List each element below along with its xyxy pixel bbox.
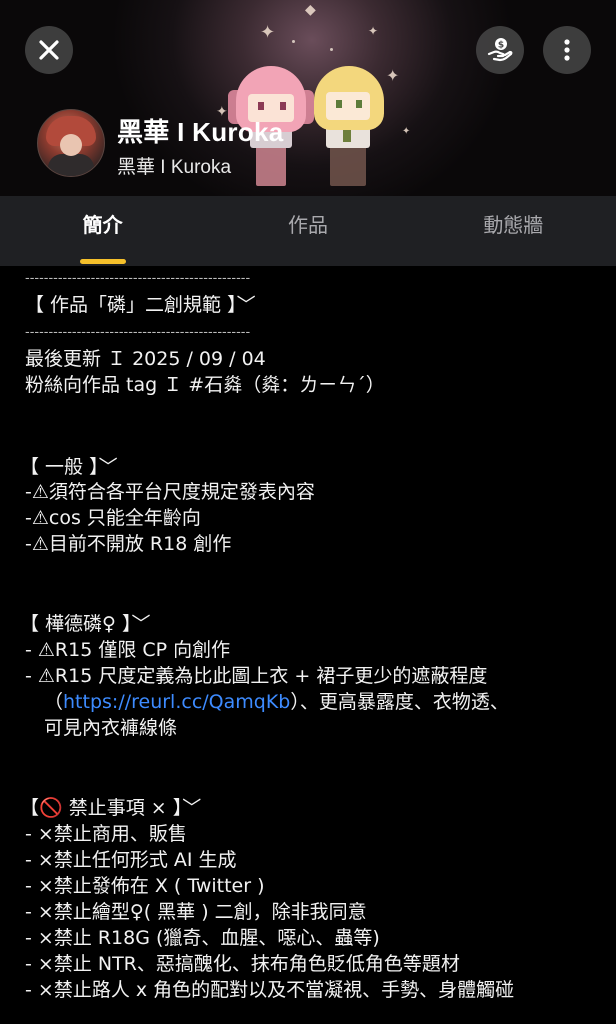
tab-feed[interactable]: 動態牆: [411, 196, 616, 266]
list-item-continued: （https://reurl.cc/QamqKb）、更高暴露度、衣物透、: [44, 691, 509, 713]
list-item: - ×禁止 R18G (獵奇、血腥、噁心、蟲等): [25, 927, 380, 949]
list-item: -⚠須符合各平台尺度規定發表內容: [25, 481, 315, 503]
intro-content: ----------------------------------------…: [0, 266, 616, 1024]
fan-tag: 粉絲向作品 tag Ｉ #石㷠（㷠：ㄌㄧㄣˊ）: [25, 374, 385, 396]
svg-text:$: $: [498, 41, 504, 51]
creator-name: 黑華 I Kuroka: [117, 117, 284, 147]
close-icon: [39, 40, 59, 60]
sparkle-icon: ◆: [305, 2, 316, 18]
tab-label: 作品: [287, 215, 328, 237]
list-item: - ⚠R15 僅限 CP 向創作: [25, 639, 231, 661]
tab-works[interactable]: 作品: [205, 196, 410, 266]
sparkle-icon: ✦: [260, 22, 276, 43]
list-item: - ×禁止繪型♀( 黑華 ) 二創，除非我同意: [25, 901, 367, 923]
ban-heading: 【🚫 禁止事項 × 】﹀: [20, 797, 202, 819]
more-vertical-icon: [564, 39, 570, 61]
sparkle-icon: ✦: [402, 126, 411, 137]
list-item: - ⚠R15 尺度定義為比此圖上衣 + 裙子更少的遮蔽程度: [25, 665, 488, 687]
list-item: - ×禁止商用、販售: [25, 823, 187, 845]
list-item: -⚠cos 只能全年齡向: [25, 507, 201, 529]
hand-coin-icon: $: [487, 38, 513, 62]
close-button[interactable]: [25, 26, 73, 74]
list-item-continued: 可見內衣褲線條: [44, 717, 178, 739]
profile-header: ◆ ✦ ✦ ✦ ✦ ✦ $ 黑華 I Kuroka 黑華 I Kuroka: [0, 0, 616, 196]
last-updated: 最後更新 Ｉ 2025 / 09 / 04: [25, 348, 266, 370]
support-button[interactable]: $: [476, 26, 524, 74]
section-title: 【 作品「磷」二創規範 】﹀: [25, 294, 256, 316]
tab-intro[interactable]: 簡介: [0, 196, 205, 266]
tab-bar: 簡介 作品 動態牆: [0, 196, 616, 266]
more-button[interactable]: [543, 26, 591, 74]
active-tab-indicator: [79, 259, 126, 264]
list-item: -⚠目前不開放 R18 創作: [25, 533, 232, 555]
tab-label: 動態牆: [483, 215, 544, 237]
list-item: - ×禁止發佈在 X ( Twitter ): [25, 875, 265, 897]
creator-handle: 黑華 I Kuroka: [117, 157, 232, 178]
sparkle-icon: ✦: [368, 24, 379, 38]
divider: ----------------------------------------…: [25, 271, 251, 286]
tab-label: 簡介: [82, 215, 123, 237]
reference-link[interactable]: https://reurl.cc/QamqKb: [63, 691, 290, 713]
list-item: - ×禁止路人 x 角色的配對以及不當凝視、手勢、身體觸碰: [25, 979, 515, 1001]
divider: ----------------------------------------…: [25, 325, 251, 340]
sparkle-icon: ✦: [386, 66, 400, 85]
avatar[interactable]: [37, 109, 105, 177]
list-item: - ×禁止任何形式 AI 生成: [25, 849, 237, 871]
general-heading: 【 一般 】﹀: [20, 456, 118, 478]
list-item: - ×禁止 NTR、惡搞醜化、抹布角色貶低角色等題材: [25, 953, 460, 975]
phos-heading: 【 樺德磷♀ 】﹀: [20, 613, 151, 635]
